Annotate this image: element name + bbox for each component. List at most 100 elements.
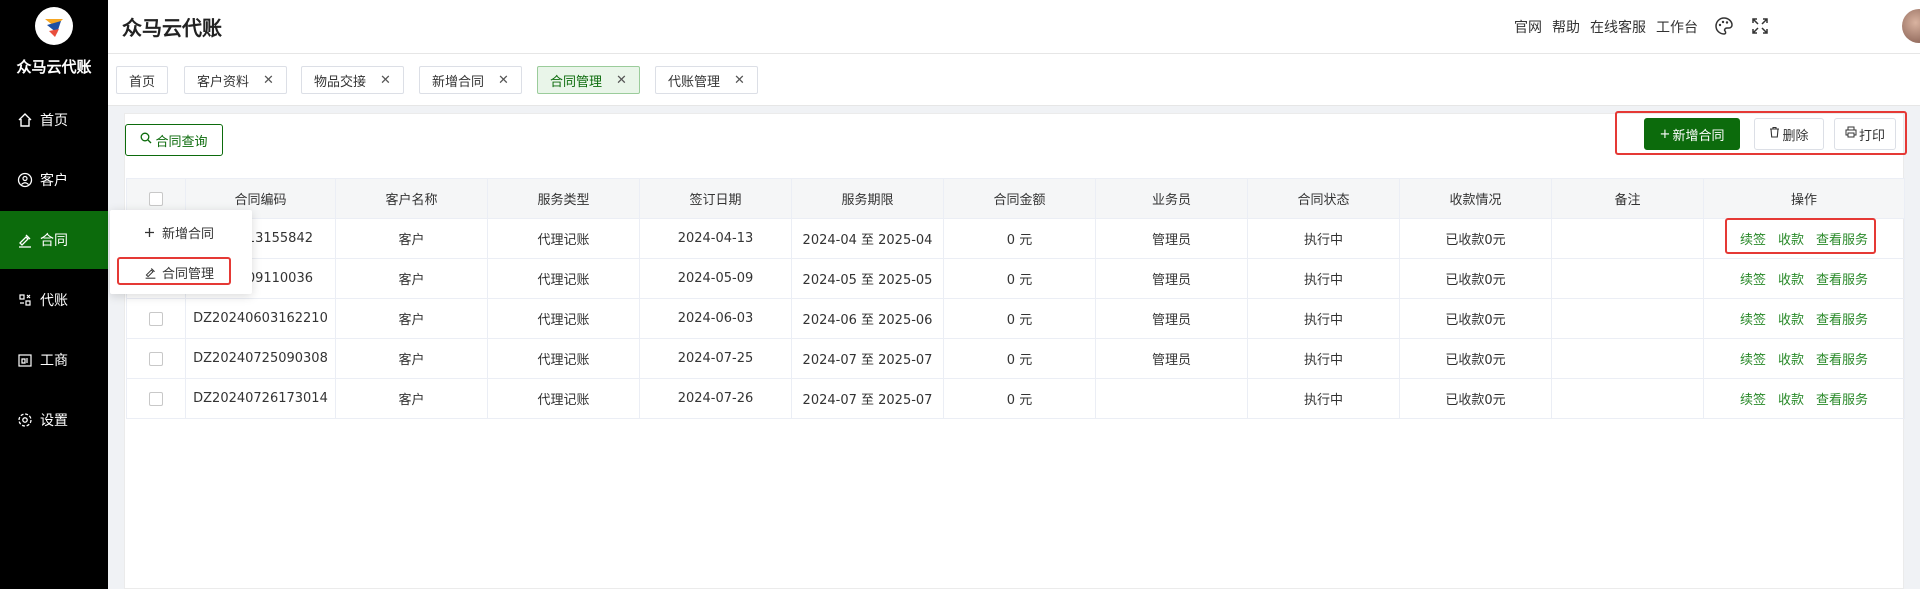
renew-link[interactable]: 续签	[1740, 353, 1766, 368]
tab-home[interactable]: 首页	[116, 66, 169, 94]
sidebar-item-accounting[interactable]: 代账	[0, 271, 108, 329]
service-type-cell: 代理记账	[487, 258, 640, 299]
customer-name-link[interactable]: 客户	[335, 298, 488, 339]
customer-name-link[interactable]: 客户	[335, 378, 488, 419]
column-header: 客户名称	[335, 178, 488, 219]
link-workbench[interactable]: 工作台	[1656, 17, 1698, 37]
contract-query-button[interactable]: 合同查询	[125, 124, 223, 156]
amount-cell: 0 元	[943, 378, 1096, 419]
close-icon[interactable]: ✕	[616, 73, 627, 88]
renew-link[interactable]: 续签	[1740, 313, 1766, 328]
tab-contract-management[interactable]: 合同管理 ✕	[537, 66, 640, 94]
tab-item-handover[interactable]: 物品交接 ✕	[301, 66, 404, 94]
salesman-cell: 管理员	[1095, 218, 1248, 259]
service-period-cell: 2024-07 至 2025-07	[791, 378, 944, 419]
customer-name-link[interactable]: 客户	[335, 258, 488, 299]
customer-name-link[interactable]: 客户	[335, 338, 488, 379]
note-cell	[1551, 218, 1704, 259]
sidebar-item-home[interactable]: 首页	[0, 91, 108, 149]
column-header: 业务员	[1095, 178, 1248, 219]
renew-link[interactable]: 续签	[1740, 273, 1766, 288]
select-all-checkbox[interactable]	[149, 191, 163, 206]
tab-accounting-management[interactable]: 代账管理 ✕	[655, 66, 758, 94]
sidebar-item-settings[interactable]: 设置	[0, 391, 108, 449]
add-contract-button[interactable]: + 新增合同	[1644, 118, 1740, 150]
contract-code-link[interactable]: DZ20240725090308	[185, 338, 336, 379]
link-official-site[interactable]: 官网	[1514, 17, 1542, 37]
row-actions: 续签 收款 查看服务	[1703, 298, 1905, 339]
close-icon[interactable]: ✕	[380, 73, 391, 88]
note-cell	[1551, 298, 1704, 339]
avatar[interactable]	[1902, 9, 1920, 43]
view-service-link[interactable]: 查看服务	[1816, 273, 1868, 288]
column-header: 合同状态	[1247, 178, 1400, 219]
tab-bar: 首页 客户资料 ✕ 物品交接 ✕ 新增合同 ✕ 合同管理 ✕ 代账管理 ✕	[108, 54, 1920, 106]
page-title: 众马云代账	[122, 16, 222, 40]
amount-cell: 0 元	[943, 338, 1096, 379]
salesman-cell	[1095, 378, 1248, 419]
close-icon[interactable]: ✕	[734, 73, 745, 88]
service-type-cell: 代理记账	[487, 218, 640, 259]
contract-submenu: 新增合同 合同管理	[110, 210, 252, 294]
collect-payment-link[interactable]: 收款	[1778, 313, 1804, 328]
column-header: 合同金额	[943, 178, 1096, 219]
submenu-item-label: 合同管理	[162, 266, 215, 282]
fullscreen-icon[interactable]	[1748, 14, 1772, 38]
logo-text: 众马云代账	[16, 58, 92, 76]
contract-code-link[interactable]: DZ20240603162210	[185, 298, 336, 339]
row-actions: 续签 收款 查看服务	[1703, 258, 1905, 299]
column-header: 操作	[1703, 178, 1905, 219]
collect-payment-link[interactable]: 收款	[1778, 353, 1804, 368]
top-header: 众马云代账 官网 帮助 在线客服 工作台	[108, 0, 1920, 54]
submenu-item-add-contract[interactable]: 新增合同	[110, 214, 252, 250]
view-service-link[interactable]: 查看服务	[1816, 393, 1868, 408]
renew-link[interactable]: 续签	[1740, 233, 1766, 248]
sidebar-item-label: 工商	[40, 353, 68, 369]
view-service-link[interactable]: 查看服务	[1816, 353, 1868, 368]
print-button[interactable]: 打印	[1834, 118, 1896, 150]
amount-cell: 0 元	[943, 218, 1096, 259]
sidebar-item-customer[interactable]: 客户	[0, 151, 108, 209]
palette-icon[interactable]	[1712, 14, 1736, 38]
view-service-link[interactable]: 查看服务	[1816, 313, 1868, 328]
view-service-link[interactable]: 查看服务	[1816, 233, 1868, 248]
close-icon[interactable]: ✕	[263, 73, 274, 88]
sidebar-item-business[interactable]: 工商	[0, 331, 108, 389]
close-icon[interactable]: ✕	[498, 73, 509, 88]
link-online-support[interactable]: 在线客服	[1590, 17, 1646, 37]
customer-name-link[interactable]: 客户	[335, 218, 488, 259]
column-header: 服务类型	[487, 178, 640, 219]
tab-label: 首页	[129, 74, 156, 90]
tab-new-contract[interactable]: 新增合同 ✕	[419, 66, 522, 94]
table-header-row: 合同编码 客户名称 服务类型 签订日期 服务期限 合同金额 业务员 合同状态 收…	[126, 178, 1905, 219]
row-checkbox[interactable]	[149, 391, 163, 406]
trash-icon	[1769, 126, 1780, 142]
payment-cell: 已收款0元	[1399, 258, 1552, 299]
payment-cell: 已收款0元	[1399, 338, 1552, 379]
row-checkbox[interactable]	[149, 311, 163, 326]
contract-icon	[16, 231, 34, 249]
tab-customer-info[interactable]: 客户资料 ✕	[184, 66, 287, 94]
collect-payment-link[interactable]: 收款	[1778, 233, 1804, 248]
submenu-item-contract-management[interactable]: 合同管理	[110, 254, 252, 290]
sidebar-item-label: 合同	[40, 233, 68, 249]
delete-button[interactable]: 删除	[1754, 118, 1824, 150]
renew-link[interactable]: 续签	[1740, 393, 1766, 408]
status-cell: 执行中	[1247, 258, 1400, 299]
payment-cell: 已收款0元	[1399, 218, 1552, 259]
tab-label: 客户资料	[197, 74, 250, 90]
collect-payment-link[interactable]: 收款	[1778, 393, 1804, 408]
contract-code-link[interactable]: DZ20240726173014	[185, 378, 336, 419]
link-help[interactable]: 帮助	[1552, 17, 1580, 37]
collect-payment-link[interactable]: 收款	[1778, 273, 1804, 288]
salesman-cell: 管理员	[1095, 338, 1248, 379]
table-row: DZ20240726173014 客户 代理记账 2024-07-26 2024…	[126, 378, 1905, 419]
note-cell	[1551, 258, 1704, 299]
search-icon	[140, 132, 152, 148]
sign-date-cell: 2024-06-03	[639, 298, 792, 339]
note-cell	[1551, 338, 1704, 379]
payment-cell: 已收款0元	[1399, 298, 1552, 339]
row-checkbox[interactable]	[149, 351, 163, 366]
status-cell: 执行中	[1247, 378, 1400, 419]
sidebar-item-contract[interactable]: 合同	[0, 211, 108, 269]
